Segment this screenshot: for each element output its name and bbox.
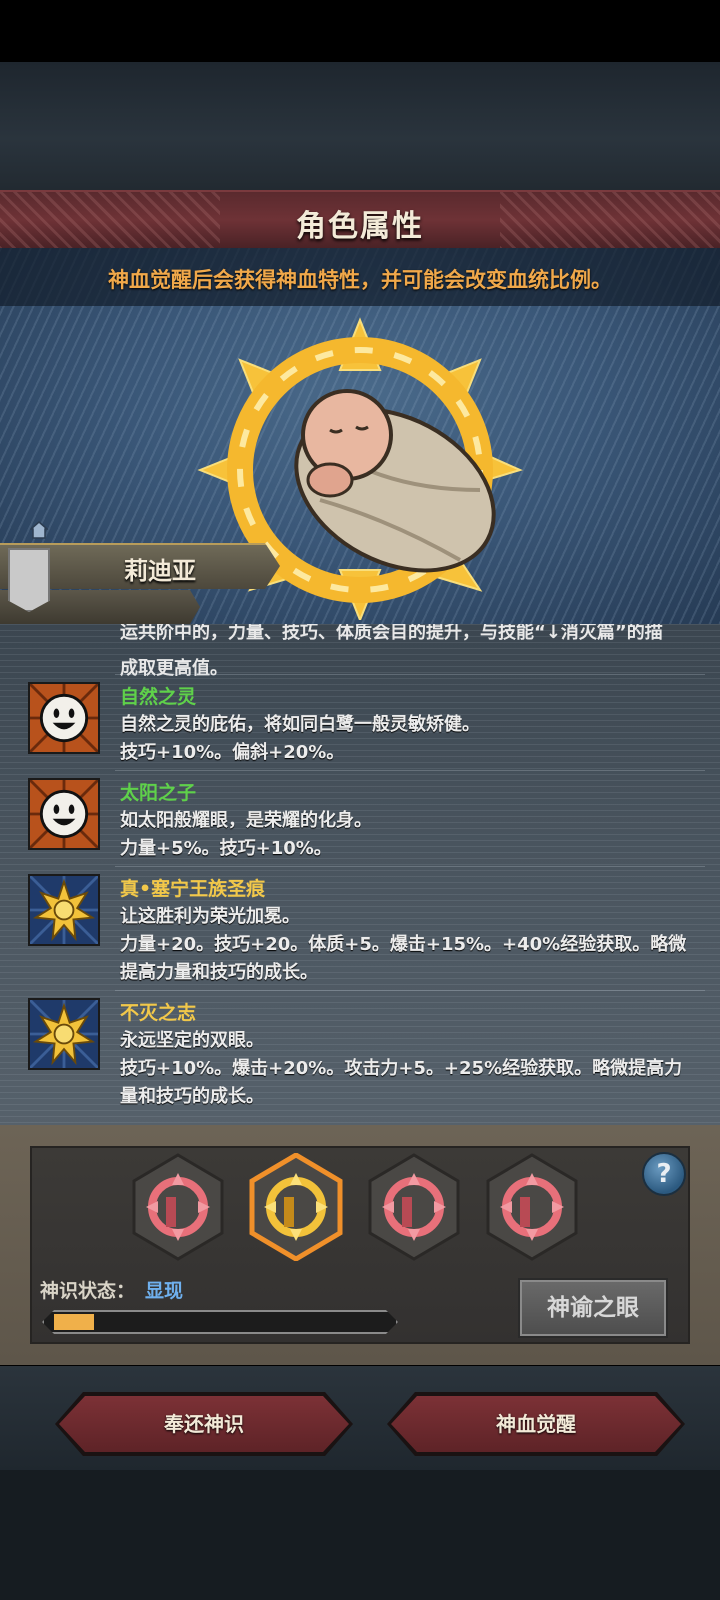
divine-progress-track	[42, 1310, 398, 1334]
seal-slot-3-icon[interactable]	[366, 1153, 462, 1261]
banner-flag-icon	[8, 548, 50, 612]
divine-status-value: 显现	[145, 1280, 184, 1302]
upper-background	[0, 62, 720, 190]
return-divine-sense-button[interactable]: 奉还神识	[59, 1396, 349, 1452]
trait-name: 自然之灵	[120, 686, 197, 708]
smiley-icon	[28, 682, 100, 754]
trait-list[interactable]: 运共阶中的，力量、技巧、体质会目的提升，与技能“↓消灭篇”的描 成取更高值。 自…	[0, 624, 720, 1129]
bottom-area	[0, 1470, 720, 1600]
seal-slot-4-icon[interactable]	[484, 1153, 580, 1261]
oracle-eye-button[interactable]: 神谕之眼	[518, 1278, 668, 1338]
golden-sun-icon	[28, 874, 100, 946]
page-title: 角色属性	[296, 209, 424, 244]
help-button[interactable]: ?	[642, 1152, 686, 1196]
clipped-trait-text-end: 成取更高值。	[120, 658, 228, 679]
trait-description: 永远坚定的双眼。 技巧+10%。爆击+20%。攻击力+5。+25%经验获取。略微…	[120, 1030, 683, 1107]
trait-description: 自然之灵的庇佑，将如同白鹭一般灵敏矫健。 技巧+10%。偏斜+20%。	[120, 714, 480, 763]
seal-slot-2-active-icon[interactable]	[248, 1153, 344, 1261]
golden-sun-icon	[28, 998, 100, 1070]
divine-progress-fill	[54, 1314, 94, 1330]
divine-blood-awaken-button[interactable]: 神血觉醒	[391, 1396, 681, 1452]
trait-name: 真•塞宁王族圣痕	[120, 878, 266, 900]
trait-description: 让这胜利为荣光加冕。 力量+20。技巧+20。体质+5。爆击+15%。+40%经…	[120, 906, 687, 983]
subtitle-text: 神血觉醒后会获得神血特性，并可能会改变血统比例。	[108, 268, 612, 292]
divine-status-label: 神识状态：	[40, 1280, 136, 1302]
character-name: 莉迪亚	[124, 557, 196, 585]
trait-description: 如太阳般耀眼，是荣耀的化身。 力量+5%。技巧+10%。	[120, 810, 372, 859]
trait-name: 不灭之志	[120, 1002, 197, 1024]
trait-name: 太阳之子	[120, 782, 197, 804]
smiley-icon	[28, 778, 100, 850]
status-bar-area	[0, 0, 720, 62]
clipped-trait-text: 运共阶中的，力量、技巧、体质会目的提升，与技能“↓消灭篇”的描	[120, 624, 663, 643]
home-icon[interactable]	[30, 521, 48, 539]
seal-slot-1-icon[interactable]	[130, 1153, 226, 1261]
